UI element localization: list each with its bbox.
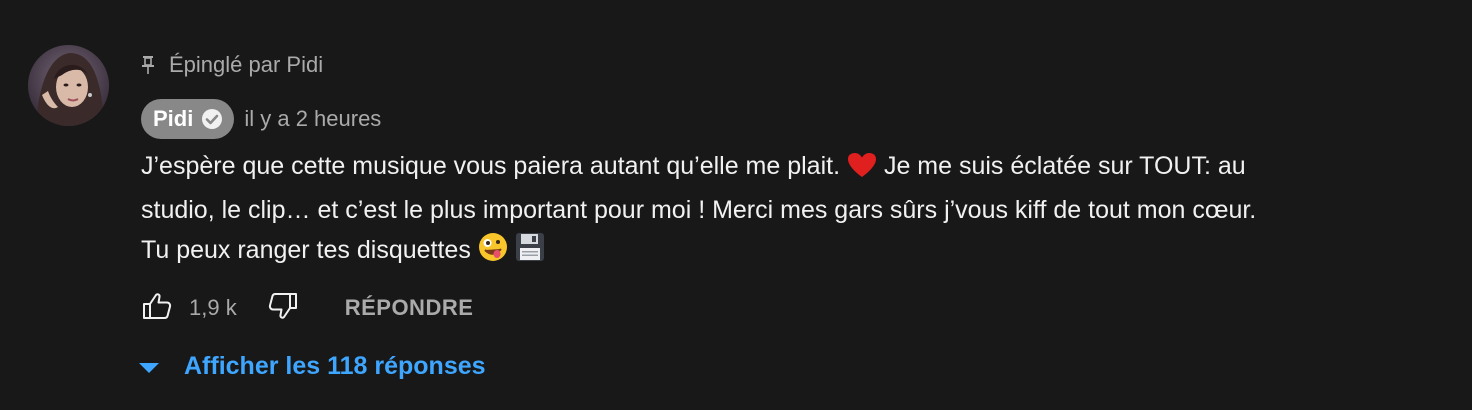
comment-header: Pidi il y a 2 heures: [141, 99, 381, 139]
thumbs-down-icon: [268, 292, 298, 325]
avatar[interactable]: [28, 45, 109, 126]
comment-text-segment: Je me suis éclatée sur TOUT: au: [883, 152, 1246, 180]
show-replies-label[interactable]: Afficher les 118 réponses: [184, 352, 486, 381]
avatar-image: [28, 45, 109, 126]
comment-timestamp[interactable]: il y a 2 heures: [244, 106, 381, 132]
pin-icon: [141, 55, 155, 75]
reply-button[interactable]: RÉPONDRE: [345, 295, 474, 321]
comment-text-segment: Tu peux ranger tes disquettes: [141, 236, 471, 264]
zany-face-emoji: [478, 232, 508, 274]
like-count: 1,9 k: [189, 295, 237, 320]
comment-text-segment: J’espère que cette musique vous paiera a…: [141, 152, 841, 180]
red-heart-emoji: [847, 150, 877, 190]
caret-down-icon: [136, 356, 162, 376]
dislike-button[interactable]: [267, 292, 299, 324]
pinned-indicator: Épinglé par Pidi: [141, 50, 323, 80]
thumbs-up-icon: [142, 292, 172, 325]
show-replies-button[interactable]: Afficher les 118 réponses: [136, 346, 486, 386]
like-button[interactable]: [141, 292, 173, 324]
verified-check-icon: [201, 108, 223, 130]
comment-thread: Épinglé par Pidi Pidi il y a 2 heures J’…: [0, 0, 1472, 410]
comment-line-3: Tu peux ranger tes disquettes: [141, 230, 1451, 274]
comment-line-2: studio, le clip… et c’est le plus import…: [141, 196, 1257, 224]
comment-actions: 1,9 k RÉPONDRE: [141, 288, 473, 328]
pinned-label: Épinglé par Pidi: [169, 52, 324, 77]
author-chip[interactable]: Pidi: [141, 99, 235, 139]
comment-body: J’espère que cette musique vous paiera a…: [141, 146, 1451, 274]
floppy-disk-emoji: [515, 232, 545, 274]
comment-line-1: J’espère que cette musique vous paiera a…: [141, 146, 1451, 190]
author-name[interactable]: Pidi: [153, 106, 193, 132]
